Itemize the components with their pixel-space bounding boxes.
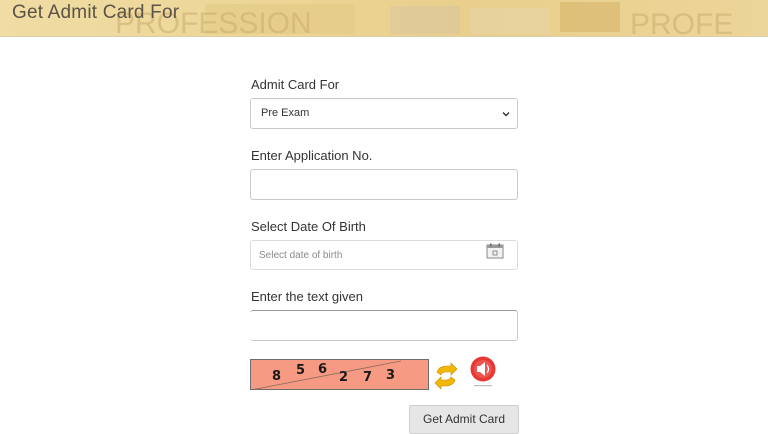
captcha-image: 8 5 6 2 7 3 [250,359,429,390]
captcha-label: Enter the text given [251,289,364,304]
header-banner: PROFESSION PROFE Get Admit Card For [0,0,768,37]
chevron-down-icon [502,112,510,117]
banner-divider [0,36,768,37]
captcha-digit: 7 [363,370,373,385]
refresh-captcha-icon[interactable] [433,362,459,390]
captcha-digit: 2 [339,370,349,385]
date-of-birth-input[interactable]: Select date of birth [250,240,518,270]
admit-card-for-selected-value: Pre Exam [261,107,310,119]
page-title: Get Admit Card For [12,2,180,23]
captcha-digit: 3 [386,368,396,383]
admit-card-for-select[interactable]: Pre Exam [250,98,518,129]
captcha-digit: 6 [318,362,328,377]
audio-captcha-icon[interactable] [468,355,498,389]
banner-watermark-text-2: PROFE [630,8,733,37]
application-no-label: Enter Application No. [251,148,373,163]
date-of-birth-label: Select Date Of Birth [251,219,366,234]
captcha-digit: 5 [296,363,306,378]
admit-card-for-label: Admit Card For [251,77,340,92]
captcha-input[interactable] [250,310,518,341]
calendar-icon[interactable] [486,243,504,259]
captcha-digit: 8 [272,369,282,384]
date-of-birth-placeholder: Select date of birth [259,250,343,261]
application-no-input[interactable] [250,169,518,200]
get-admit-card-button[interactable]: Get Admit Card [409,405,519,434]
